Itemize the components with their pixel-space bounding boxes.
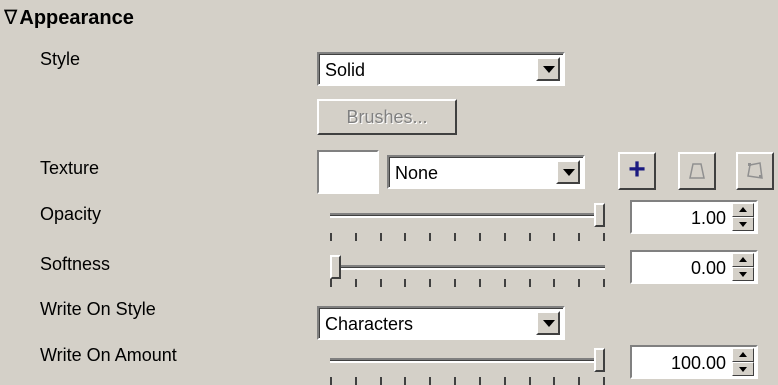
- tick-mark: [355, 377, 357, 385]
- tick-mark: [454, 233, 456, 241]
- tick-mark: [529, 233, 531, 241]
- tick-mark: [603, 279, 605, 287]
- tick-mark: [454, 279, 456, 287]
- opacity-label: Opacity: [40, 204, 102, 224]
- style-value: Solid: [325, 60, 366, 80]
- tick-mark: [429, 279, 431, 287]
- tick-mark: [429, 377, 431, 385]
- softness-slider[interactable]: [330, 255, 605, 302]
- write-on-style-value: Characters: [325, 314, 414, 334]
- style-dropdown[interactable]: Solid: [317, 52, 565, 86]
- tick-mark: [529, 377, 531, 385]
- softness-label: Softness: [40, 254, 111, 274]
- tick-mark: [330, 279, 332, 287]
- spin-up-icon[interactable]: [732, 348, 754, 362]
- section-title: Appearance: [19, 7, 134, 29]
- texture-perspective-button[interactable]: [678, 152, 716, 190]
- write-on-amount-input[interactable]: 100.00: [630, 345, 758, 379]
- tick-mark: [504, 377, 506, 385]
- slider-track: [330, 358, 605, 363]
- tick-mark: [553, 279, 555, 287]
- write-on-amount-spinner[interactable]: [732, 348, 754, 376]
- opacity-value: 1.00: [690, 208, 726, 228]
- tick-mark: [578, 377, 580, 385]
- texture-distort-button[interactable]: [736, 152, 774, 190]
- write-on-amount-value: 100.00: [670, 353, 726, 373]
- slider-thumb[interactable]: [594, 203, 605, 227]
- slider-ticks: [330, 233, 605, 241]
- tick-mark: [479, 279, 481, 287]
- tick-mark: [553, 233, 555, 241]
- tick-mark: [603, 377, 605, 385]
- tick-mark: [429, 233, 431, 241]
- tick-mark: [479, 377, 481, 385]
- tick-mark: [380, 377, 382, 385]
- tick-mark: [553, 377, 555, 385]
- tick-mark: [529, 279, 531, 287]
- style-label: Style: [40, 49, 81, 69]
- slider-track: [330, 213, 605, 218]
- tick-mark: [404, 279, 406, 287]
- trapezoid-icon: [689, 163, 705, 179]
- slider-track: [330, 265, 605, 270]
- tick-mark: [504, 233, 506, 241]
- add-texture-button[interactable]: +: [618, 152, 656, 190]
- write-on-amount-label: Write On Amount: [40, 345, 177, 365]
- spin-up-icon[interactable]: [732, 203, 754, 217]
- dropdown-arrow-icon[interactable]: [556, 160, 580, 184]
- tick-mark: [504, 279, 506, 287]
- opacity-spinner[interactable]: [732, 203, 754, 231]
- slider-ticks: [330, 377, 605, 385]
- write-on-style-dropdown[interactable]: Characters: [317, 306, 565, 340]
- slider-thumb[interactable]: [594, 348, 605, 372]
- slider-thumb[interactable]: [330, 255, 341, 279]
- tick-mark: [355, 279, 357, 287]
- tick-mark: [330, 233, 332, 241]
- tick-mark: [603, 233, 605, 241]
- tick-mark: [578, 279, 580, 287]
- write-on-style-label: Write On Style: [40, 299, 156, 319]
- tick-mark: [454, 377, 456, 385]
- slider-ticks: [330, 279, 605, 287]
- spin-down-icon[interactable]: [732, 267, 754, 281]
- opacity-slider[interactable]: [330, 203, 605, 250]
- softness-spinner[interactable]: [732, 253, 754, 281]
- dropdown-arrow-icon[interactable]: [536, 57, 560, 81]
- brushes-button[interactable]: Brushes...: [317, 99, 457, 135]
- appearance-section-header[interactable]: ∇ Appearance: [4, 5, 134, 30]
- texture-swatch[interactable]: [317, 150, 379, 194]
- tick-mark: [578, 233, 580, 241]
- tick-mark: [330, 377, 332, 385]
- spin-down-icon[interactable]: [732, 362, 754, 376]
- write-on-amount-slider[interactable]: [330, 348, 605, 385]
- spin-down-icon[interactable]: [732, 217, 754, 231]
- tick-mark: [404, 377, 406, 385]
- softness-input[interactable]: 0.00: [630, 250, 758, 284]
- texture-label: Texture: [40, 158, 100, 178]
- tick-mark: [479, 233, 481, 241]
- opacity-input[interactable]: 1.00: [630, 200, 758, 234]
- tick-mark: [404, 233, 406, 241]
- texture-dropdown[interactable]: None: [387, 155, 585, 189]
- softness-value: 0.00: [690, 258, 726, 278]
- tick-mark: [380, 233, 382, 241]
- dropdown-arrow-icon[interactable]: [536, 311, 560, 335]
- collapse-triangle-icon[interactable]: ∇: [4, 7, 17, 29]
- spin-up-icon[interactable]: [732, 253, 754, 267]
- tick-mark: [355, 233, 357, 241]
- tick-mark: [380, 279, 382, 287]
- distort-icon: [747, 162, 763, 179]
- texture-value: None: [395, 163, 439, 183]
